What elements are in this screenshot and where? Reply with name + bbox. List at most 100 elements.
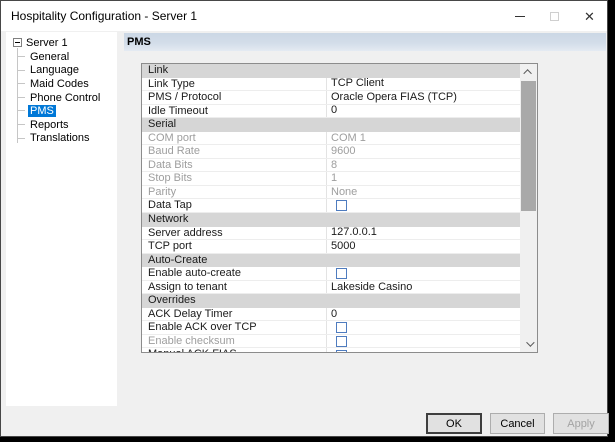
property-label: Link [142, 64, 520, 77]
sidebar-item-reports[interactable]: Reports [6, 118, 117, 132]
page-title: PMS [124, 33, 606, 51]
property-value[interactable]: 8 [326, 159, 520, 172]
section-row: Serial [142, 118, 520, 132]
tree-children: GeneralLanguageMaid CodesPhone ControlPM… [6, 50, 117, 145]
sidebar-item-language[interactable]: Language [6, 64, 117, 78]
apply-button[interactable]: Apply [553, 413, 609, 434]
property-row[interactable]: TCP port5000 [142, 240, 520, 254]
property-value[interactable]: Lakeside Casino [326, 281, 520, 294]
property-label: TCP port [142, 240, 326, 253]
property-row[interactable]: ACK Delay Timer0 [142, 308, 520, 322]
property-label: Data Bits [142, 159, 326, 172]
property-label: Overrides [142, 294, 520, 307]
property-label: Data Tap [142, 199, 326, 212]
property-value[interactable]: Oracle Opera FIAS (TCP) [326, 91, 520, 104]
property-row[interactable]: ParityNone [142, 186, 520, 200]
sidebar-item-label: PMS [28, 105, 56, 117]
checkbox[interactable] [336, 200, 347, 211]
property-label: Link Type [142, 78, 326, 91]
sidebar-item-general[interactable]: General [6, 50, 117, 64]
property-label: Parity [142, 186, 326, 199]
property-value[interactable] [326, 321, 520, 334]
tree-root-server1[interactable]: Server 1 [6, 36, 117, 50]
property-value[interactable]: 0 [326, 308, 520, 321]
sidebar-item-label: Translations [28, 132, 92, 144]
sidebar-item-translations[interactable]: Translations [6, 132, 117, 146]
sidebar-item-pms[interactable]: PMS [6, 104, 117, 118]
property-grid: LinkLink TypeTCP ClientPMS / ProtocolOra… [141, 63, 538, 353]
vertical-scrollbar[interactable] [520, 64, 537, 352]
minimize-button[interactable] [502, 1, 537, 31]
checkbox[interactable] [336, 336, 347, 347]
property-value[interactable]: TCP Client [326, 78, 520, 91]
checkbox[interactable] [336, 268, 347, 279]
ok-button[interactable]: OK [426, 413, 482, 434]
collapse-minus-icon[interactable] [13, 38, 22, 47]
property-value[interactable]: 0 [326, 105, 520, 118]
property-label: Enable ACK over TCP [142, 321, 326, 334]
property-row[interactable]: Manual ACK FIAS [142, 348, 520, 352]
property-row[interactable]: Assign to tenantLakeside Casino [142, 281, 520, 295]
property-label: Auto-Create [142, 254, 520, 267]
property-value[interactable] [326, 267, 520, 280]
property-row[interactable]: Link TypeTCP Client [142, 78, 520, 92]
property-label: Stop Bits [142, 172, 326, 185]
property-row[interactable]: Stop Bits1 [142, 172, 520, 186]
property-row[interactable]: Idle Timeout0 [142, 105, 520, 119]
property-label: Idle Timeout [142, 105, 326, 118]
screenshot-canvas: Hospitality Configuration - Server 1 ✕ S… [0, 0, 615, 442]
tree-branch-tick [17, 110, 25, 111]
property-value[interactable]: COM 1 [326, 132, 520, 145]
chevron-up-icon [523, 69, 531, 77]
property-row[interactable]: Data Tap [142, 199, 520, 213]
sidebar-item-label: Reports [28, 119, 71, 131]
property-value[interactable]: 1 [326, 172, 520, 185]
property-value[interactable] [326, 335, 520, 348]
maximize-button[interactable] [537, 1, 572, 31]
tree-branch-tick [17, 83, 25, 84]
property-value[interactable]: 5000 [326, 240, 520, 253]
property-row[interactable]: Enable ACK over TCP [142, 321, 520, 335]
property-label: Enable checksum [142, 335, 326, 348]
section-row: Network [142, 213, 520, 227]
property-label: Assign to tenant [142, 281, 326, 294]
tree-root-label: Server 1 [26, 37, 68, 49]
property-row[interactable]: COM portCOM 1 [142, 132, 520, 146]
property-label: Serial [142, 118, 520, 131]
property-label: COM port [142, 132, 326, 145]
window-title: Hospitality Configuration - Server 1 [1, 9, 197, 23]
sidebar-item-label: Phone Control [28, 92, 102, 104]
scroll-down-button[interactable] [520, 336, 537, 352]
property-value[interactable]: 127.0.0.1 [326, 227, 520, 240]
close-button[interactable]: ✕ [572, 1, 607, 31]
checkbox[interactable] [336, 350, 347, 352]
property-label: Baud Rate [142, 145, 326, 158]
title-bar: Hospitality Configuration - Server 1 ✕ [1, 1, 607, 31]
tree-branch-tick [17, 97, 25, 98]
property-value[interactable] [326, 199, 520, 212]
page-title-label: PMS [127, 36, 151, 48]
scroll-up-button[interactable] [520, 64, 537, 80]
property-row[interactable]: Enable checksum [142, 335, 520, 349]
property-value[interactable]: None [326, 186, 520, 199]
cancel-button[interactable]: Cancel [490, 413, 545, 434]
property-row[interactable]: Data Bits8 [142, 159, 520, 173]
property-label: PMS / Protocol [142, 91, 326, 104]
tree-branch-tick [17, 124, 25, 125]
sidebar-item-maid-codes[interactable]: Maid Codes [6, 77, 117, 91]
property-row[interactable]: Enable auto-create [142, 267, 520, 281]
property-row[interactable]: Baud Rate9600 [142, 145, 520, 159]
tree-branch-tick [17, 70, 25, 71]
sidebar-item-label: General [28, 51, 71, 63]
tree-branch-tick [17, 56, 25, 57]
checkbox[interactable] [336, 322, 347, 333]
scrollbar-thumb[interactable] [521, 81, 536, 211]
property-label: Network [142, 213, 520, 226]
sidebar-item-label: Language [28, 64, 81, 76]
config-tree: Server 1 GeneralLanguageMaid CodesPhone … [6, 32, 117, 406]
sidebar-item-phone-control[interactable]: Phone Control [6, 91, 117, 105]
property-row[interactable]: Server address127.0.0.1 [142, 227, 520, 241]
property-value[interactable]: 9600 [326, 145, 520, 158]
property-value[interactable] [326, 348, 520, 352]
property-row[interactable]: PMS / ProtocolOracle Opera FIAS (TCP) [142, 91, 520, 105]
